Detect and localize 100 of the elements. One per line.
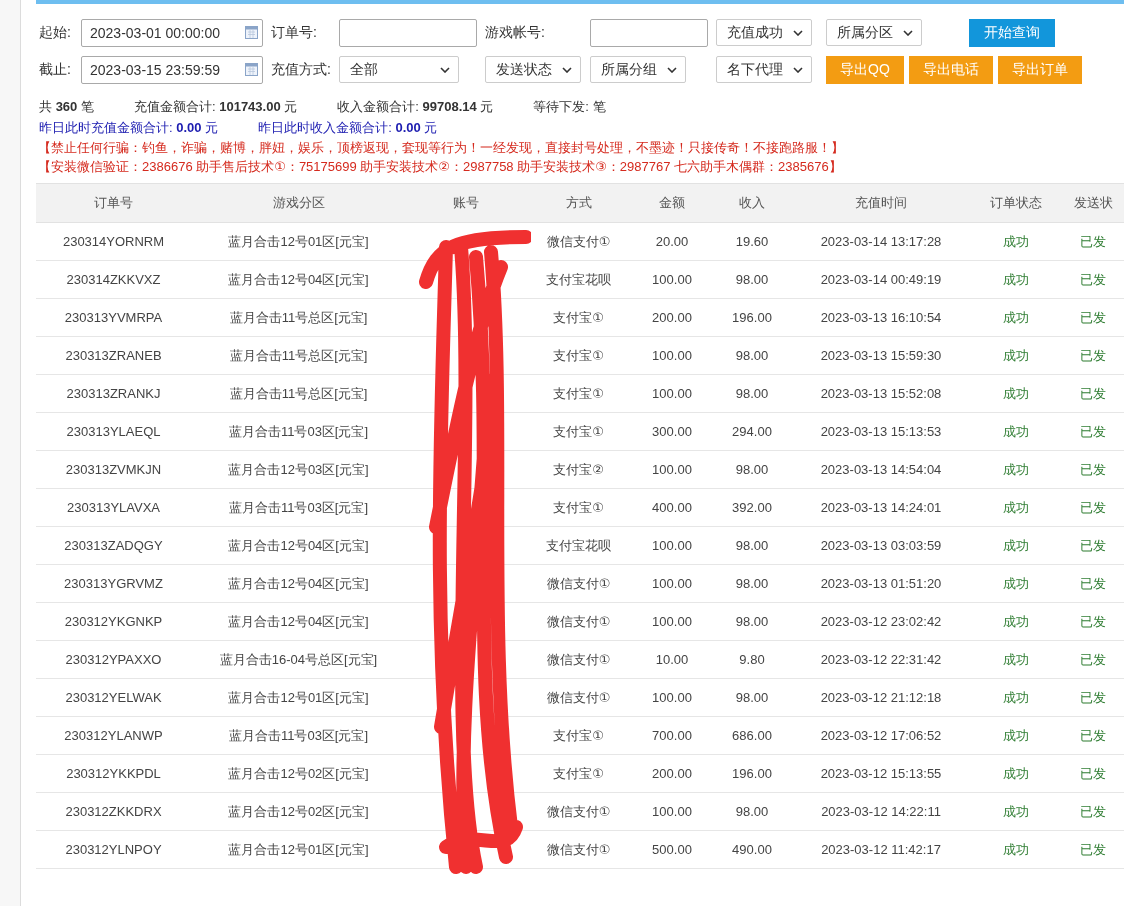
summary-text: 共 360 笔 [39, 98, 94, 116]
table-cell: 已发 [1080, 575, 1106, 591]
table-cell: 支付宝① [553, 309, 604, 325]
chevron-down-icon [903, 29, 913, 36]
table-cell: 2023-03-12 15:13:55 [820, 766, 942, 781]
table-cell: 98.00 [735, 386, 769, 401]
table-cell: 98.00 [735, 804, 769, 819]
notice-text: 【安装微信验证：2386676 助手售后技术①：75175699 助手安装技术②：2987758 助手安装技术③：2987767 七六助手木偶群：2385676】 [37, 158, 843, 175]
chevron-down-icon [667, 66, 677, 73]
table-cell: 已发 [1080, 765, 1106, 781]
table-cell: 支付宝① [553, 423, 604, 439]
table-cell: 成功 [1003, 233, 1029, 249]
table-cell: 已发 [1080, 841, 1106, 857]
table-cell: 蓝月合击12号02区[元宝] [228, 803, 369, 819]
text-field[interactable] [339, 18, 477, 47]
table-cell: 230313YVMRPA [64, 310, 163, 325]
table-cell: 100.00 [652, 348, 692, 363]
table-cell: 230313ZVMKJN [65, 462, 162, 477]
summary-text: 充值金额合计: 101743.00 元 [133, 98, 298, 116]
table-cell: 蓝月合击12号04区[元宝] [228, 537, 369, 553]
field-label: 充值方式: [271, 60, 331, 77]
dropdown[interactable]: 所属分区 [826, 19, 922, 46]
table-cell: 蓝月合击11号03区[元宝] [228, 727, 369, 743]
table-cell: 230314YORNRM [62, 234, 165, 249]
field-label: 游戏帐号: [485, 23, 545, 40]
dropdown[interactable]: 所属分组 [590, 56, 686, 83]
table-cell: 98.00 [735, 614, 769, 629]
table-cell: 2023-03-13 15:52:08 [820, 386, 942, 401]
table-cell: 支付宝① [553, 765, 604, 781]
table-cell: 230313ZRANKJ [66, 386, 161, 401]
table-cell: 支付宝② [553, 461, 604, 477]
column-header: 订单号 [36, 183, 191, 223]
table-cell: 已发 [1080, 651, 1106, 667]
table-cell: 蓝月合击12号04区[元宝] [228, 575, 369, 591]
table-cell: 100.00 [652, 538, 692, 553]
table-cell: 2023-03-13 14:54:04 [820, 462, 942, 477]
table-cell: 已发 [1080, 461, 1106, 477]
table-cell: 230312YKKPDL [66, 766, 161, 781]
table-cell: 已发 [1080, 537, 1106, 553]
table-cell: 2023-03-13 03:03:59 [820, 538, 942, 553]
table-cell: 已发 [1080, 803, 1106, 819]
table-cell: 蓝月合击12号04区[元宝] [228, 613, 369, 629]
table-cell: 230313ZRANEB [65, 348, 162, 363]
table-cell: 2023-03-14 00:49:19 [820, 272, 942, 287]
table-cell: 196.00 [732, 310, 772, 325]
table-cell: 成功 [1003, 423, 1029, 439]
table-cell: 微信支付① [546, 575, 611, 591]
date-field[interactable]: 2023-03-15 23:59:59 [81, 55, 263, 84]
column-header: 金额 [631, 183, 713, 223]
chevron-down-icon [562, 66, 572, 73]
column-header: 充值时间 [791, 183, 971, 223]
table-cell: 100.00 [652, 614, 692, 629]
table-cell: 成功 [1003, 689, 1029, 705]
table-cell: 成功 [1003, 385, 1029, 401]
table-cell: 100.00 [652, 462, 692, 477]
table-cell: 392.00 [732, 500, 772, 515]
table-cell: 98.00 [735, 576, 769, 591]
summary-text: 昨日此时收入金额合计: 0.00 元 [258, 119, 438, 137]
text-field[interactable] [590, 18, 708, 47]
table-cell: 蓝月合击16-04号总区[元宝] [219, 651, 378, 667]
dropdown[interactable]: 充值成功 [716, 19, 812, 46]
table-cell: 196.00 [732, 766, 772, 781]
column-header: 方式 [526, 183, 631, 223]
column-header: 发送状 [1061, 183, 1124, 223]
table-cell: 20.00 [655, 234, 689, 249]
table-cell: 成功 [1003, 309, 1029, 325]
table-cell: 微信支付① [546, 841, 611, 857]
table-cell: 蓝月合击11号总区[元宝] [229, 385, 368, 401]
table-cell: 98.00 [735, 690, 769, 705]
table-cell: 2023-03-14 13:17:28 [820, 234, 942, 249]
table-cell: 230314ZKKVXZ [66, 272, 161, 287]
table-cell: 成功 [1003, 613, 1029, 629]
table-cell: 230312YELWAK [65, 690, 162, 705]
table-cell: 98.00 [735, 272, 769, 287]
column-header: 游戏分区 [191, 183, 406, 223]
table-cell: 2023-03-12 11:42:17 [821, 842, 941, 857]
dropdown[interactable]: 发送状态 [485, 56, 581, 83]
field-label: 截止: [39, 60, 71, 77]
table-cell: 2023-03-13 01:51:20 [820, 576, 942, 591]
chevron-down-icon [793, 66, 803, 73]
table-cell: 230312YLANWP [64, 728, 163, 743]
table-cell: 蓝月合击11号03区[元宝] [228, 499, 369, 515]
date-field[interactable]: 2023-03-01 00:00:00 [81, 18, 263, 47]
table-cell: 2023-03-13 14:24:01 [820, 500, 942, 515]
dropdown[interactable]: 全部 [339, 56, 459, 83]
table-cell: 294.00 [732, 424, 772, 439]
table-cell: 98.00 [735, 538, 769, 553]
summary-text: 等待下发: 笔 [533, 98, 606, 116]
calendar-icon [245, 26, 258, 39]
table-cell: 蓝月合击12号01区[元宝] [228, 233, 369, 249]
table-cell: 230313ZADQGY [64, 538, 163, 553]
dropdown[interactable]: 名下代理 [716, 56, 812, 83]
table-cell: 成功 [1003, 651, 1029, 667]
table-cell: 支付宝花呗 [546, 271, 611, 287]
table-cell: 已发 [1080, 233, 1106, 249]
table-cell: 9.80 [739, 652, 765, 667]
table-cell: 支付宝① [553, 385, 604, 401]
calendar-icon [245, 63, 258, 76]
table-cell: 已发 [1080, 423, 1106, 439]
notice-text: 【禁止任何行骗：钓鱼，诈骗，赌博，胖妞，娱乐，顶榜返现，套现等行为！一经发现，直接封号处理，不墨迹！只接传奇！不接跑路服！】 [37, 139, 845, 156]
